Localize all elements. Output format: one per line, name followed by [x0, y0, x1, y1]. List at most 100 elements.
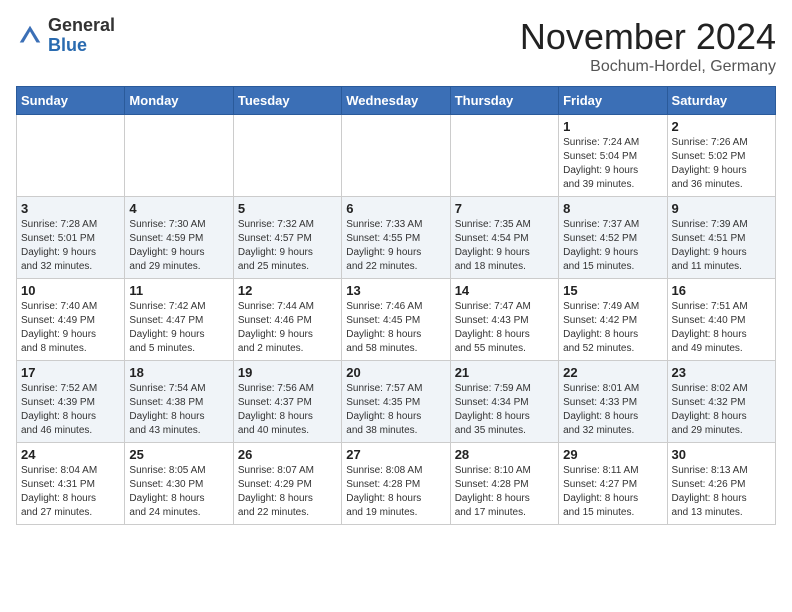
calendar-cell: 18Sunrise: 7:54 AM Sunset: 4:38 PM Dayli…	[125, 361, 233, 443]
day-info: Sunrise: 7:59 AM Sunset: 4:34 PM Dayligh…	[455, 382, 554, 438]
day-number: 9	[672, 201, 771, 216]
weekday-header: Thursday	[450, 87, 558, 115]
calendar-cell: 19 Sunrise: 7:56 AM Sunset: 4:37 PM Dayli…	[233, 361, 341, 443]
title-section: November 2024 Bochum-Hordel, Germany	[520, 16, 776, 76]
day-info: Sunrise: 7:30 AM Sunset: 4:59 PM Dayligh…	[129, 218, 228, 274]
calendar-cell: 29 Sunrise: 8:11 AM Sunset: 4:27 PM Dayli…	[559, 443, 667, 525]
day-number: 10	[21, 283, 120, 298]
day-info: Sunrise: 8:13 AM Sunset: 4:26 PM Dayligh…	[672, 464, 771, 520]
weekday-header: Saturday	[667, 87, 775, 115]
calendar-cell: 30 Sunrise: 8:13 AM Sunset: 4:26 PM Dayli…	[667, 443, 775, 525]
month-title: November 2024	[520, 16, 776, 58]
calendar-cell: 22 Sunrise: 8:01 AM Sunset: 4:33 PM Dayli…	[559, 361, 667, 443]
calendar-cell: 24 Sunrise: 8:04 AM Sunset: 4:31 PM Dayli…	[17, 443, 125, 525]
day-number: 17	[21, 365, 120, 380]
day-info: Sunrise: 8:11 AM Sunset: 4:27 PM Dayligh…	[563, 464, 662, 520]
calendar-body: 1Sunrise: 7:24 AM Sunset: 5:04 PM Daylig…	[17, 115, 776, 525]
calendar-cell	[342, 115, 450, 197]
day-number: 13	[346, 283, 445, 298]
day-info: Sunrise: 8:01 AM Sunset: 4:33 PM Dayligh…	[563, 382, 662, 438]
calendar-cell: 7 Sunrise: 7:35 AM Sunset: 4:54 PM Daylig…	[450, 197, 558, 279]
day-number: 30	[672, 447, 771, 462]
day-number: 11	[129, 283, 228, 298]
calendar-cell: 9 Sunrise: 7:39 AM Sunset: 4:51 PM Daylig…	[667, 197, 775, 279]
calendar-cell: 13 Sunrise: 7:46 AM Sunset: 4:45 PM Dayli…	[342, 279, 450, 361]
calendar-cell: 15 Sunrise: 7:49 AM Sunset: 4:42 PM Dayli…	[559, 279, 667, 361]
calendar-cell	[125, 115, 233, 197]
day-info: Sunrise: 8:04 AM Sunset: 4:31 PM Dayligh…	[21, 464, 120, 520]
calendar-cell: 6 Sunrise: 7:33 AM Sunset: 4:55 PM Daylig…	[342, 197, 450, 279]
calendar-cell: 1Sunrise: 7:24 AM Sunset: 5:04 PM Daylig…	[559, 115, 667, 197]
day-number: 6	[346, 201, 445, 216]
calendar-week-row: 10 Sunrise: 7:40 AM Sunset: 4:49 PM Dayli…	[17, 279, 776, 361]
calendar-cell: 16Sunrise: 7:51 AM Sunset: 4:40 PM Dayli…	[667, 279, 775, 361]
day-info: Sunrise: 7:54 AM Sunset: 4:38 PM Dayligh…	[129, 382, 228, 438]
day-info: Sunrise: 7:33 AM Sunset: 4:55 PM Dayligh…	[346, 218, 445, 274]
day-number: 20	[346, 365, 445, 380]
calendar-cell: 27Sunrise: 8:08 AM Sunset: 4:28 PM Dayli…	[342, 443, 450, 525]
calendar-cell: 28Sunrise: 8:10 AM Sunset: 4:28 PM Dayli…	[450, 443, 558, 525]
day-number: 26	[238, 447, 337, 462]
weekday-header: Tuesday	[233, 87, 341, 115]
calendar-cell	[450, 115, 558, 197]
logo-general: General	[48, 15, 115, 35]
day-number: 7	[455, 201, 554, 216]
day-info: Sunrise: 7:32 AM Sunset: 4:57 PM Dayligh…	[238, 218, 337, 274]
day-number: 29	[563, 447, 662, 462]
day-number: 19	[238, 365, 337, 380]
page-header: General Blue November 2024 Bochum-Hordel…	[16, 16, 776, 76]
day-info: Sunrise: 7:28 AM Sunset: 5:01 PM Dayligh…	[21, 218, 120, 274]
day-number: 3	[21, 201, 120, 216]
calendar-cell: 25 Sunrise: 8:05 AM Sunset: 4:30 PM Dayli…	[125, 443, 233, 525]
calendar-cell	[233, 115, 341, 197]
calendar-cell: 26 Sunrise: 8:07 AM Sunset: 4:29 PM Dayli…	[233, 443, 341, 525]
day-number: 25	[129, 447, 228, 462]
day-info: Sunrise: 7:40 AM Sunset: 4:49 PM Dayligh…	[21, 300, 120, 356]
calendar-cell: 11 Sunrise: 7:42 AM Sunset: 4:47 PM Dayli…	[125, 279, 233, 361]
day-number: 4	[129, 201, 228, 216]
day-number: 15	[563, 283, 662, 298]
calendar-cell	[17, 115, 125, 197]
day-number: 22	[563, 365, 662, 380]
day-info: Sunrise: 8:05 AM Sunset: 4:30 PM Dayligh…	[129, 464, 228, 520]
calendar-cell: 14Sunrise: 7:47 AM Sunset: 4:43 PM Dayli…	[450, 279, 558, 361]
calendar-cell: 3 Sunrise: 7:28 AM Sunset: 5:01 PM Daylig…	[17, 197, 125, 279]
calendar-cell: 20Sunrise: 7:57 AM Sunset: 4:35 PM Dayli…	[342, 361, 450, 443]
day-info: Sunrise: 7:26 AM Sunset: 5:02 PM Dayligh…	[672, 136, 771, 192]
day-info: Sunrise: 8:08 AM Sunset: 4:28 PM Dayligh…	[346, 464, 445, 520]
day-info: Sunrise: 7:46 AM Sunset: 4:45 PM Dayligh…	[346, 300, 445, 356]
calendar-week-row: 17 Sunrise: 7:52 AM Sunset: 4:39 PM Dayli…	[17, 361, 776, 443]
calendar-week-row: 1Sunrise: 7:24 AM Sunset: 5:04 PM Daylig…	[17, 115, 776, 197]
location-title: Bochum-Hordel, Germany	[520, 58, 776, 76]
day-number: 21	[455, 365, 554, 380]
calendar-cell: 4 Sunrise: 7:30 AM Sunset: 4:59 PM Daylig…	[125, 197, 233, 279]
logo-blue: Blue	[48, 35, 87, 55]
day-info: Sunrise: 7:56 AM Sunset: 4:37 PM Dayligh…	[238, 382, 337, 438]
day-number: 24	[21, 447, 120, 462]
day-info: Sunrise: 7:52 AM Sunset: 4:39 PM Dayligh…	[21, 382, 120, 438]
day-info: Sunrise: 7:51 AM Sunset: 4:40 PM Dayligh…	[672, 300, 771, 356]
day-info: Sunrise: 8:07 AM Sunset: 4:29 PM Dayligh…	[238, 464, 337, 520]
day-info: Sunrise: 7:35 AM Sunset: 4:54 PM Dayligh…	[455, 218, 554, 274]
day-info: Sunrise: 7:44 AM Sunset: 4:46 PM Dayligh…	[238, 300, 337, 356]
day-info: Sunrise: 7:49 AM Sunset: 4:42 PM Dayligh…	[563, 300, 662, 356]
calendar-cell: 8Sunrise: 7:37 AM Sunset: 4:52 PM Daylig…	[559, 197, 667, 279]
day-info: Sunrise: 7:42 AM Sunset: 4:47 PM Dayligh…	[129, 300, 228, 356]
weekday-header: Friday	[559, 87, 667, 115]
day-number: 23	[672, 365, 771, 380]
day-number: 1	[563, 119, 662, 134]
day-number: 5	[238, 201, 337, 216]
logo-icon	[16, 22, 44, 50]
weekday-header: Wednesday	[342, 87, 450, 115]
weekday-row: SundayMondayTuesdayWednesdayThursdayFrid…	[17, 87, 776, 115]
logo: General Blue	[16, 16, 115, 56]
calendar-table: SundayMondayTuesdayWednesdayThursdayFrid…	[16, 86, 776, 525]
day-number: 14	[455, 283, 554, 298]
calendar-cell: 10 Sunrise: 7:40 AM Sunset: 4:49 PM Dayli…	[17, 279, 125, 361]
day-number: 28	[455, 447, 554, 462]
day-number: 8	[563, 201, 662, 216]
weekday-header: Monday	[125, 87, 233, 115]
day-info: Sunrise: 7:39 AM Sunset: 4:51 PM Dayligh…	[672, 218, 771, 274]
day-info: Sunrise: 8:02 AM Sunset: 4:32 PM Dayligh…	[672, 382, 771, 438]
calendar-cell: 12Sunrise: 7:44 AM Sunset: 4:46 PM Dayli…	[233, 279, 341, 361]
